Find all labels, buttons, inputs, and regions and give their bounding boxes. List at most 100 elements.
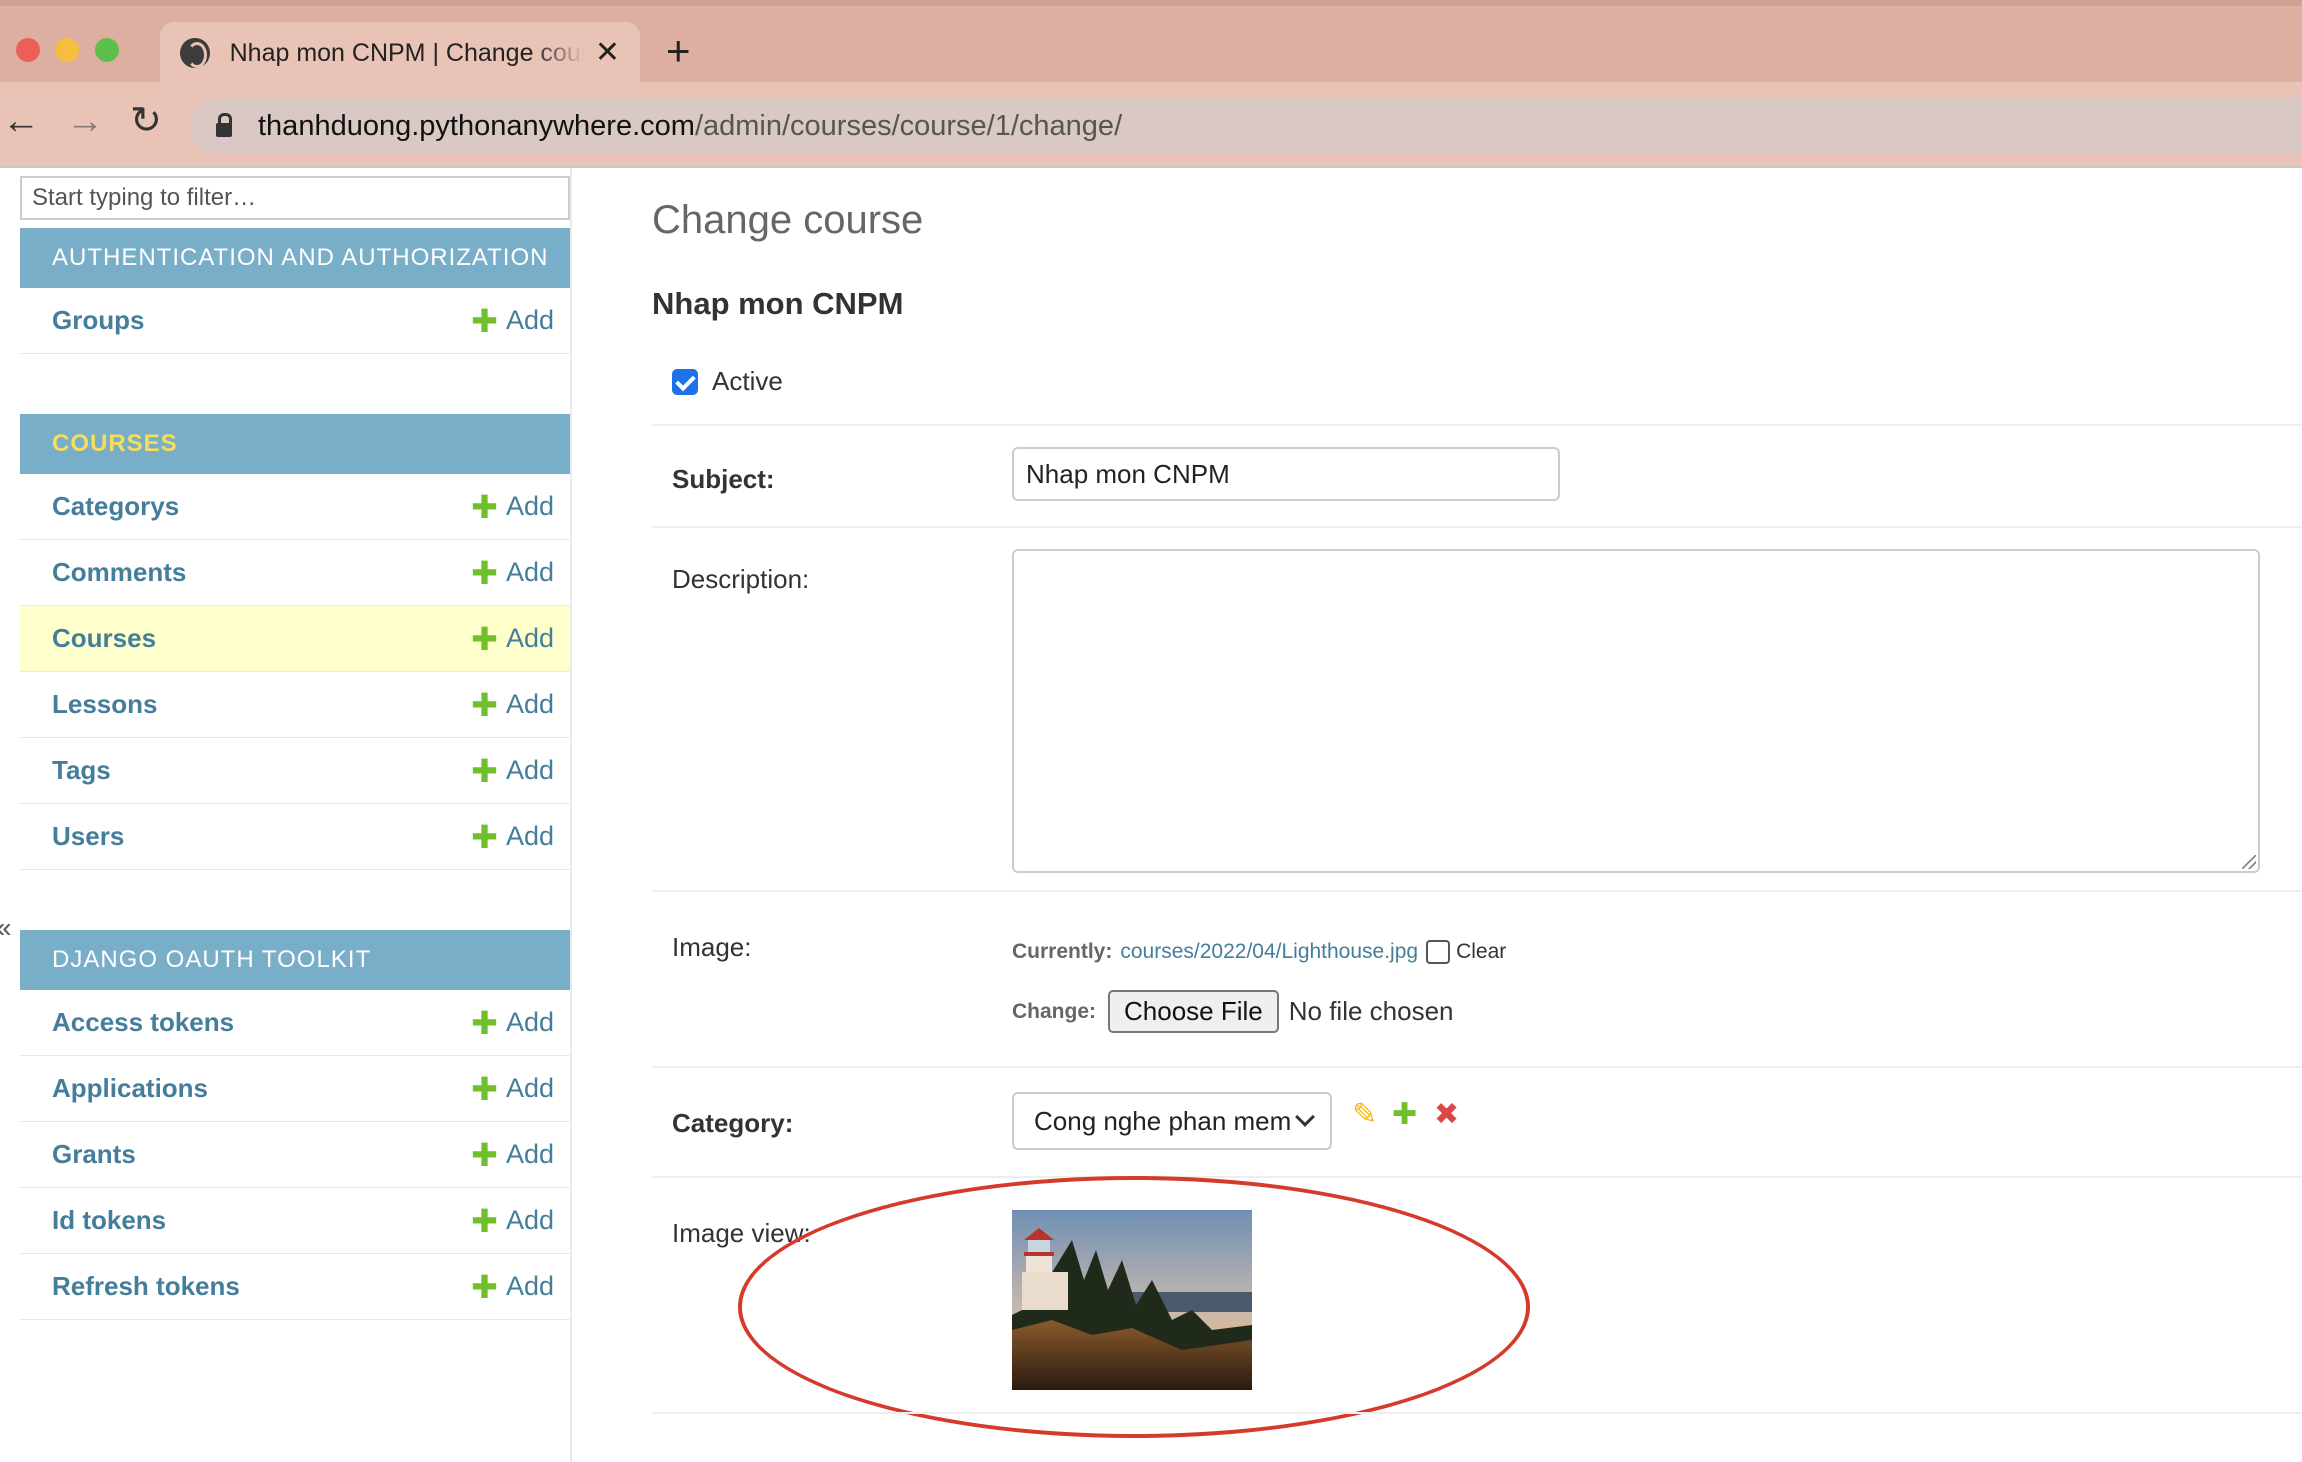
- add-label: Add: [505, 821, 554, 851]
- subject-label: Subject:: [672, 464, 775, 494]
- add-icon: ✚: [471, 1202, 498, 1239]
- add-comments-link[interactable]: ✚ Add: [471, 557, 554, 589]
- url-host: thanhduong.pythonanywhere.com: [258, 109, 695, 142]
- sidebar-item-grants: Grants ✚ Add: [20, 1122, 570, 1188]
- sidebar-link-applications[interactable]: Applications: [52, 1073, 208, 1104]
- tab-close-icon[interactable]: ✕: [595, 38, 620, 68]
- add-label: Add: [505, 1205, 554, 1235]
- add-lessons-link[interactable]: ✚ Add: [471, 689, 554, 721]
- add-label: Add: [505, 755, 554, 785]
- sidebar-link-groups[interactable]: Groups: [52, 305, 144, 336]
- add-icon: ✚: [471, 686, 498, 723]
- sidebar-link-users[interactable]: Users: [52, 821, 124, 852]
- active-label: Active: [712, 366, 783, 396]
- globe-icon: [180, 38, 210, 68]
- no-file-text: No file chosen: [1288, 996, 1454, 1026]
- sidebar-item-id-tokens: Id tokens ✚ Add: [20, 1188, 570, 1254]
- window-zoom-button[interactable]: [95, 38, 119, 62]
- sidebar-item-refresh-tokens: Refresh tokens ✚ Add: [20, 1254, 570, 1320]
- add-label: Add: [505, 1139, 554, 1169]
- module-courses: COURSES Categorys ✚ Add Comments ✚ Add Cou…: [20, 414, 570, 870]
- add-access-tokens-link[interactable]: ✚ Add: [471, 1007, 554, 1039]
- clear-image-checkbox[interactable]: [1426, 940, 1451, 964]
- active-field: Active: [672, 366, 783, 397]
- form-row-divider: [652, 424, 2302, 426]
- change-label: Change:: [1012, 999, 1096, 1023]
- current-image-link[interactable]: courses/2022/04/Lighthouse.jpg: [1120, 940, 1418, 964]
- browser-tab-active[interactable]: Nhap mon CNPM | Change course | Django s…: [160, 22, 640, 84]
- textarea-resize-handle[interactable]: [2242, 855, 2256, 869]
- form-row-divider: [652, 1412, 2302, 1414]
- module-header-auth[interactable]: AUTHENTICATION AND AUTHORIZATION: [20, 228, 570, 288]
- sidebar-link-grants[interactable]: Grants: [52, 1139, 136, 1170]
- add-icon: ✚: [471, 1004, 498, 1041]
- address-bar[interactable]: thanhduong.pythonanywhere.com/admin/cour…: [190, 98, 2302, 154]
- sidebar-item-lessons: Lessons ✚ Add: [20, 672, 570, 738]
- sidebar-link-categorys[interactable]: Categorys: [52, 491, 179, 522]
- module-header-courses[interactable]: COURSES: [20, 414, 570, 474]
- pencil-icon[interactable]: ✎: [1352, 1100, 1377, 1130]
- change-form: Change course Nhap mon CNPM Active Subje…: [652, 168, 2302, 1462]
- module-authentication: AUTHENTICATION AND AUTHORIZATION Groups …: [20, 228, 570, 354]
- add-icon: ✚: [471, 554, 498, 591]
- sidebar-link-comments[interactable]: Comments: [52, 557, 186, 588]
- add-icon: ✚: [471, 488, 498, 525]
- form-row-divider: [652, 526, 2302, 528]
- category-select[interactable]: Cong nghe phan mem: [1012, 1092, 1332, 1150]
- add-applications-link[interactable]: ✚ Add: [471, 1073, 554, 1105]
- add-icon: ✚: [471, 1268, 498, 1305]
- add-grants-link[interactable]: ✚ Add: [471, 1139, 554, 1171]
- sidebar-link-id-tokens[interactable]: Id tokens: [52, 1205, 166, 1236]
- active-checkbox[interactable]: [672, 368, 698, 395]
- add-courses-link[interactable]: ✚ Add: [471, 623, 554, 655]
- add-id-tokens-link[interactable]: ✚ Add: [471, 1205, 554, 1237]
- delete-x-icon[interactable]: ✖: [1434, 1100, 1459, 1130]
- lock-icon[interactable]: [216, 113, 232, 137]
- subject-input[interactable]: [1012, 447, 1560, 501]
- add-categorys-link[interactable]: ✚ Add: [471, 491, 554, 523]
- add-label: Add: [505, 305, 554, 335]
- sidebar-link-courses[interactable]: Courses: [52, 623, 156, 654]
- image-label: Image:: [672, 932, 752, 962]
- add-icon: ✚: [471, 1136, 498, 1173]
- add-label: Add: [505, 1073, 554, 1103]
- plus-icon[interactable]: ✚: [1392, 1100, 1417, 1130]
- chevron-down-icon: [1295, 1107, 1315, 1127]
- add-icon: ✚: [471, 620, 498, 657]
- sidebar-toggle-button[interactable]: «: [0, 912, 12, 944]
- sidebar-item-categorys: Categorys ✚ Add: [20, 474, 570, 540]
- new-tab-button[interactable]: +: [666, 30, 691, 72]
- url-path: /admin/courses/course/1/change/: [694, 109, 1123, 142]
- add-icon: ✚: [471, 752, 498, 789]
- back-arrow-icon[interactable]: ←: [2, 102, 40, 140]
- object-title: Nhap mon CNPM: [652, 286, 904, 321]
- url-text: thanhduong.pythonanywhere.com/admin/cour…: [258, 110, 1122, 143]
- add-icon: ✚: [471, 818, 498, 855]
- sidebar-link-access-tokens[interactable]: Access tokens: [52, 1007, 234, 1038]
- add-tags-link[interactable]: ✚ Add: [471, 755, 554, 787]
- sidebar-item-comments: Comments ✚ Add: [20, 540, 570, 606]
- sidebar-item-courses: Courses ✚ Add: [20, 606, 570, 672]
- add-label: Add: [505, 1271, 554, 1301]
- module-header-oauth[interactable]: DJANGO OAUTH TOOLKIT: [20, 930, 570, 990]
- tab-title: Nhap mon CNPM | Change course | Django s…: [229, 38, 585, 67]
- forward-arrow-icon[interactable]: →: [66, 102, 104, 140]
- reload-icon[interactable]: ↻: [130, 102, 162, 140]
- add-groups-link[interactable]: ✚ Add: [471, 305, 554, 337]
- choose-file-button[interactable]: Choose File: [1108, 990, 1279, 1033]
- red-ellipse-annotation: [738, 1176, 1530, 1438]
- sidebar-link-refresh-tokens[interactable]: Refresh tokens: [52, 1271, 240, 1302]
- sidebar-link-lessons[interactable]: Lessons: [52, 689, 158, 720]
- sidebar-link-tags[interactable]: Tags: [52, 755, 111, 786]
- nav-filter-input[interactable]: [20, 176, 570, 220]
- add-label: Add: [505, 1007, 554, 1037]
- add-icon: ✚: [471, 302, 498, 339]
- add-users-link[interactable]: ✚ Add: [471, 821, 554, 853]
- add-icon: ✚: [471, 1070, 498, 1107]
- window-close-button[interactable]: [16, 38, 40, 62]
- window-minimize-button[interactable]: [55, 38, 79, 62]
- description-textarea[interactable]: [1012, 549, 2260, 873]
- clear-label: Clear: [1456, 940, 1507, 963]
- add-refresh-tokens-link[interactable]: ✚ Add: [471, 1271, 554, 1303]
- currently-label: Currently:: [1012, 940, 1113, 963]
